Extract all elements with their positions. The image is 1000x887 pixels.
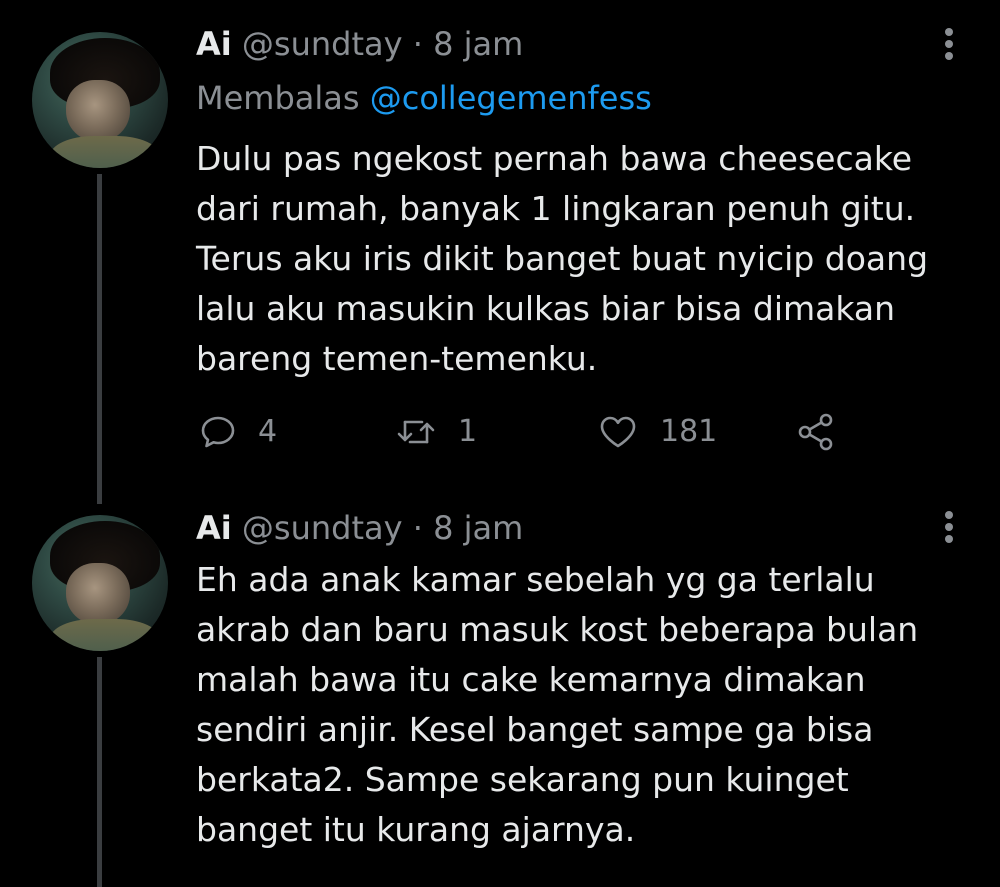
thread-line: [97, 174, 102, 504]
tweet-actions: 4 1 181: [196, 410, 896, 454]
tweet-text-line: Dulu pas ngekost pernah bawa cheesecake: [196, 139, 913, 178]
heart-icon: [600, 416, 636, 448]
avatar-face: [66, 563, 130, 625]
reply-icon: [201, 416, 235, 448]
more-dot: [945, 52, 953, 60]
tweet-text-line: malah bawa itu cake kemarnya dimakan: [196, 660, 866, 699]
reply-mention-link[interactable]: @collegemenfess: [370, 79, 652, 117]
share-button[interactable]: [796, 410, 836, 454]
tweet-text-line: Terus aku iris dikit banget buat nyicip …: [196, 239, 929, 278]
more-dot: [945, 28, 953, 36]
retweet-count: 1: [458, 414, 478, 449]
tweet-text-line: bareng temen-temenku.: [196, 339, 598, 378]
tweet-header: Ai @sundtay · 8 jam: [196, 24, 523, 64]
tweet-text: Dulu pas ngekost pernah bawa cheesecake …: [196, 134, 956, 384]
tweet-text-line: Eh ada anak kamar sebelah yg ga terlalu: [196, 560, 875, 599]
more-options-icon[interactable]: [938, 24, 960, 64]
retweet-button[interactable]: 1: [396, 410, 477, 454]
share-icon: [798, 413, 833, 451]
author-handle[interactable]: @sundtay: [242, 25, 403, 63]
avatar-shirt: [50, 619, 160, 651]
retweet-icon: [397, 420, 435, 444]
avatar-shirt: [50, 136, 160, 168]
more-options-icon[interactable]: [938, 507, 960, 547]
tweet-text: Eh ada anak kamar sebelah yg ga terlalu …: [196, 555, 956, 855]
reply-context: Membalas @collegemenfess: [196, 78, 652, 118]
more-dot: [945, 40, 953, 48]
tweet[interactable]: Ai @sundtay · 8 jam Membalas @collegemen…: [0, 0, 1000, 504]
tweet[interactable]: Ai @sundtay · 8 jam Eh ada anak kamar se…: [0, 495, 1000, 887]
avatar[interactable]: [32, 32, 168, 168]
author-name[interactable]: Ai: [196, 25, 232, 63]
reply-label: Membalas: [196, 79, 360, 117]
like-count: 181: [660, 414, 718, 449]
tweet-text-line: akrab dan baru masuk kost beberapa bulan: [196, 610, 919, 649]
tweet-text-line: lalu aku masukin kulkas biar bisa dimaka…: [196, 289, 896, 328]
header-separator: ·: [412, 25, 423, 63]
author-handle[interactable]: @sundtay: [242, 509, 403, 547]
tweet-text-line: dari rumah, banyak 1 lingkaran penuh git…: [196, 189, 916, 228]
avatar-face: [66, 80, 130, 142]
tweet-text-line: banget itu kurang ajarnya.: [196, 810, 636, 849]
like-button[interactable]: 181: [598, 410, 717, 454]
avatar[interactable]: [32, 515, 168, 651]
more-dot: [945, 523, 953, 531]
more-dot: [945, 535, 953, 543]
tweet-text-line: berkata2. Sampe sekarang pun kuinget: [196, 760, 849, 799]
thread-line: [97, 657, 102, 887]
reply-count: 4: [258, 414, 278, 449]
more-dot: [945, 511, 953, 519]
tweet-timestamp[interactable]: 8 jam: [433, 509, 523, 547]
reply-button[interactable]: 4: [200, 410, 277, 454]
tweet-header: Ai @sundtay · 8 jam: [196, 508, 523, 548]
header-separator: ·: [412, 509, 423, 547]
author-name[interactable]: Ai: [196, 509, 232, 547]
tweet-text-line: sendiri anjir. Kesel banget sampe ga bis…: [196, 710, 874, 749]
tweet-timestamp[interactable]: 8 jam: [433, 25, 523, 63]
